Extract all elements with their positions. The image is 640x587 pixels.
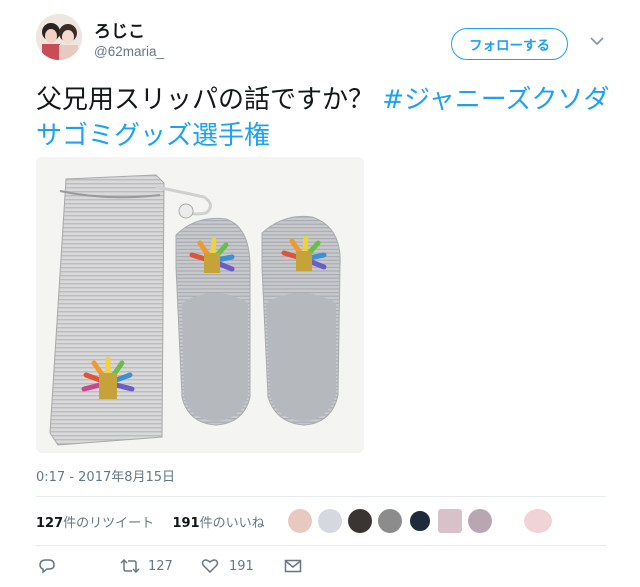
retweets-label[interactable]: 件のリツイート	[63, 516, 154, 531]
tweet-body: 父兄用スリッパの話ですか？	[36, 85, 375, 115]
liker-avatar[interactable]	[288, 509, 312, 533]
display-name[interactable]: ろじこ	[94, 17, 145, 42]
retweet-icon	[120, 558, 140, 574]
retweet-count: 127	[148, 558, 173, 574]
chevron-down-icon[interactable]	[590, 36, 604, 46]
tweet-photo[interactable]	[36, 157, 364, 453]
liker-avatar[interactable]	[468, 509, 492, 533]
retweet-button[interactable]: 127	[120, 558, 173, 574]
divider	[36, 545, 606, 546]
tweet-timestamp[interactable]: 0:17 - 2017年8月15日	[36, 466, 175, 485]
like-count: 191	[229, 558, 254, 574]
liker-avatar[interactable]	[438, 509, 462, 533]
likes-count[interactable]: 191	[172, 516, 199, 531]
liker-avatar[interactable]	[408, 509, 432, 533]
liker-avatar[interactable]	[318, 509, 342, 533]
divider	[36, 496, 606, 497]
engagement-stats: 127件のリツイート 191件のいいね	[36, 512, 265, 531]
reply-icon	[39, 559, 55, 574]
avatar[interactable]	[36, 14, 82, 60]
like-icon	[201, 559, 219, 574]
tweet-text: 父兄用スリッパの話ですか？ #ジャニーズクソダサゴミグッズ選手権	[36, 82, 616, 154]
like-button[interactable]: 191	[201, 558, 254, 574]
liker-avatar[interactable]	[524, 509, 552, 533]
likes-label[interactable]: 件のいいね	[200, 516, 265, 531]
liker-avatar[interactable]	[348, 509, 372, 533]
direct-message-button[interactable]	[284, 558, 302, 574]
message-icon	[284, 559, 302, 573]
liker-avatar[interactable]	[378, 509, 402, 533]
follow-button[interactable]: フォローする	[451, 28, 568, 60]
user-handle[interactable]: @62maria_	[94, 44, 164, 59]
retweets-count[interactable]: 127	[36, 516, 63, 531]
reply-button[interactable]	[38, 558, 56, 574]
